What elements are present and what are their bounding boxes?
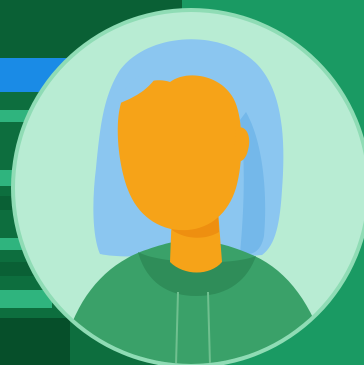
- stripe-deep-3: [0, 318, 70, 365]
- stripe-gap: [0, 92, 40, 100]
- stripe-mint-4: [0, 290, 52, 308]
- avatar-svg: [0, 0, 364, 365]
- avatar-illustration: [0, 0, 364, 365]
